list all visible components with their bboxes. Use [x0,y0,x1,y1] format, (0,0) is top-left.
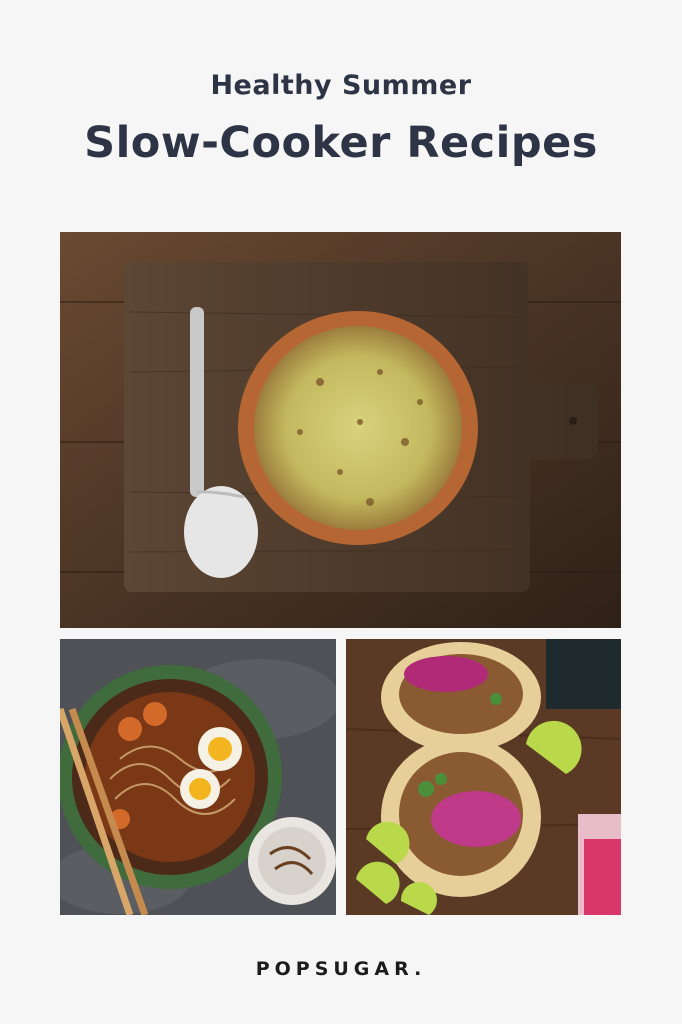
popsugar-logo: POPSUGAR. [255,958,427,980]
tacos-photo [346,639,621,915]
ramen-photo [60,639,336,915]
page-subtitle: Healthy Summer [210,70,472,101]
page-title: Slow-Cooker Recipes [84,118,598,168]
casserole-photo [60,232,621,628]
